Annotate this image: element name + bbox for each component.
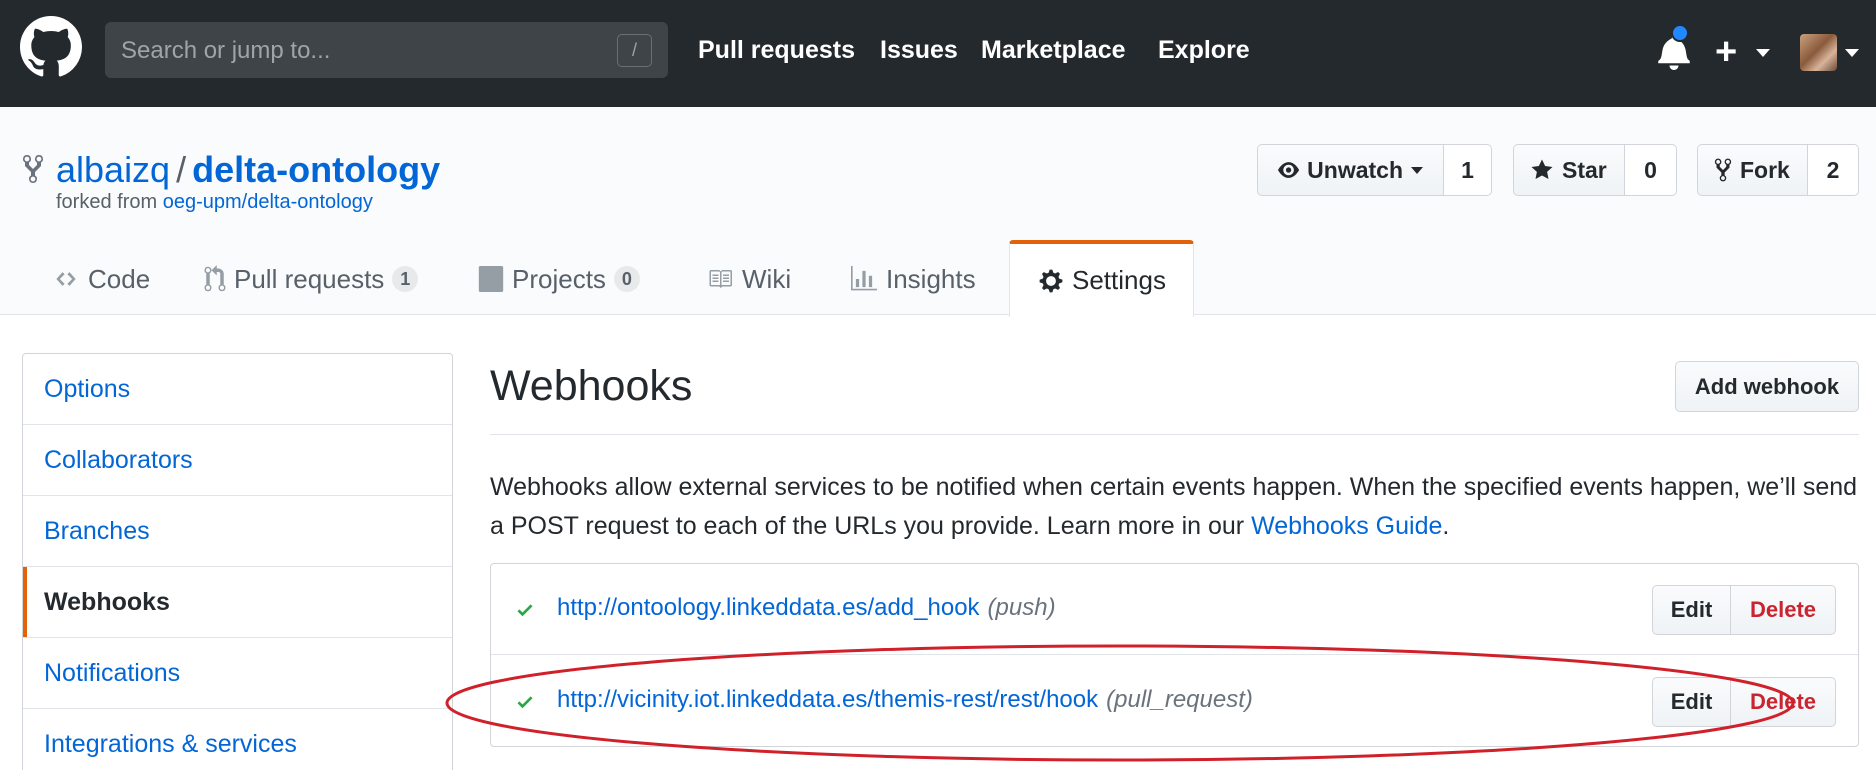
repo-title: albaizq / delta-ontology xyxy=(56,149,440,191)
avatar[interactable] xyxy=(1800,34,1837,71)
repo-name-link[interactable]: delta-ontology xyxy=(192,149,440,190)
watch-count[interactable]: 1 xyxy=(1444,144,1492,196)
project-icon xyxy=(478,266,504,292)
settings-sidebar-menu: Options Collaborators Branches Webhooks … xyxy=(22,353,453,770)
repo-owner-link[interactable]: albaizq xyxy=(56,149,170,190)
webhook-url-link[interactable]: http://ontoology.linkeddata.es/add_hook xyxy=(557,594,980,621)
unwatch-label: Unwatch xyxy=(1307,156,1403,183)
plus-icon[interactable]: + xyxy=(1715,28,1737,76)
edit-button[interactable]: Edit xyxy=(1652,677,1731,727)
description-text: Webhooks allow external services to be n… xyxy=(490,473,1858,540)
nav-explore[interactable]: Explore xyxy=(1158,36,1250,65)
repo-path-separator: / xyxy=(176,149,187,190)
webhooks-guide-link[interactable]: Webhooks Guide xyxy=(1251,512,1442,540)
global-header: Search or jump to... / Pull requests Iss… xyxy=(0,0,1876,107)
webhook-url-link[interactable]: http://vicinity.iot.linkeddata.es/themis… xyxy=(557,686,1098,713)
chevron-down-icon xyxy=(1411,166,1423,174)
gear-icon xyxy=(1039,269,1063,292)
tab-code-label: Code xyxy=(88,263,151,294)
book-icon xyxy=(709,270,732,288)
star-count[interactable]: 0 xyxy=(1625,144,1677,196)
tab-insights[interactable]: Insights xyxy=(850,243,976,315)
list-item: http://ontoology.linkeddata.es/add_hook (… xyxy=(491,564,1858,655)
list-item: http://vicinity.iot.linkeddata.es/themis… xyxy=(491,656,1858,747)
eye-icon xyxy=(1278,162,1300,178)
search-input[interactable]: Search or jump to... / xyxy=(105,22,668,78)
star-button[interactable]: Star xyxy=(1513,144,1625,196)
delete-button[interactable]: Delete xyxy=(1731,677,1836,727)
webhooks-description: Webhooks allow external services to be n… xyxy=(490,468,1859,546)
webhook-actions: Edit Delete xyxy=(1652,677,1836,727)
github-logo-icon[interactable] xyxy=(20,16,82,78)
nav-marketplace[interactable]: Marketplace xyxy=(981,36,1126,65)
tab-settings-label: Settings xyxy=(1072,265,1166,295)
tab-insights-label: Insights xyxy=(886,263,976,294)
repo-header: albaizq / delta-ontology forked from oeg-u… xyxy=(0,107,1876,317)
nav-issues[interactable]: Issues xyxy=(880,36,958,65)
search-placeholder: Search or jump to... xyxy=(121,37,331,64)
tab-projects[interactable]: Projects 0 xyxy=(478,243,640,315)
fork-label: Fork xyxy=(1740,156,1790,183)
tab-wiki-label: Wiki xyxy=(742,263,792,294)
repo-forked-icon xyxy=(23,154,43,184)
tab-settings[interactable]: Settings xyxy=(1009,240,1194,317)
tab-code[interactable]: Code xyxy=(52,243,150,315)
check-icon xyxy=(517,696,533,709)
sidebar-item-collaborators[interactable]: Collaborators xyxy=(23,425,452,496)
notification-dot xyxy=(1671,24,1689,42)
chevron-down-icon[interactable] xyxy=(1756,49,1770,57)
forked-source-link[interactable]: oeg-upm/delta-ontology xyxy=(163,191,373,213)
webhook-actions: Edit Delete xyxy=(1652,585,1836,635)
tab-pull-requests-label: Pull requests xyxy=(234,263,385,294)
edit-button[interactable]: Edit xyxy=(1652,585,1731,635)
star-label: Star xyxy=(1562,156,1607,183)
fork-button[interactable]: Fork xyxy=(1697,144,1808,196)
forked-from-label: forked from xyxy=(56,191,158,213)
sidebar-item-webhooks[interactable]: Webhooks xyxy=(23,567,452,638)
tab-wiki[interactable]: Wiki xyxy=(706,243,791,315)
title-divider xyxy=(490,434,1859,435)
forked-from-line: forked from oeg-upm/delta-ontology xyxy=(56,191,373,214)
graph-icon xyxy=(851,266,877,291)
fork-button-group: Fork 2 xyxy=(1697,144,1859,196)
tab-projects-label: Projects xyxy=(512,263,606,294)
sidebar-item-integrations-services[interactable]: Integrations & services xyxy=(23,709,452,770)
nav-pull-requests[interactable]: Pull requests xyxy=(698,36,855,65)
webhook-url-row: http://vicinity.iot.linkeddata.es/themis… xyxy=(557,686,1253,714)
tab-pull-requests-count: 1 xyxy=(392,266,419,292)
fork-count[interactable]: 2 xyxy=(1808,144,1859,196)
check-icon xyxy=(517,604,533,617)
delete-button[interactable]: Delete xyxy=(1731,585,1836,635)
description-end: . xyxy=(1442,512,1450,540)
star-button-group: Star 0 xyxy=(1513,144,1677,196)
code-icon xyxy=(56,272,76,286)
page-title: Webhooks xyxy=(490,362,693,410)
add-webhook-button[interactable]: Add webhook xyxy=(1675,361,1859,412)
fork-icon xyxy=(1714,158,1732,182)
star-icon xyxy=(1531,159,1553,179)
sidebar-item-branches[interactable]: Branches xyxy=(23,496,452,567)
sidebar-item-notifications[interactable]: Notifications xyxy=(23,638,452,709)
search-shortcut-key: / xyxy=(617,34,652,67)
pull-request-icon xyxy=(204,265,226,292)
tab-pull-requests[interactable]: Pull requests 1 xyxy=(204,243,419,315)
webhooks-list: http://ontoology.linkeddata.es/add_hook (… xyxy=(490,563,1859,747)
watch-button-group: Unwatch 1 xyxy=(1257,144,1492,196)
sidebar-item-options[interactable]: Options xyxy=(23,354,452,425)
webhook-url-row: http://ontoology.linkeddata.es/add_hook (… xyxy=(557,594,1056,622)
unwatch-button[interactable]: Unwatch xyxy=(1257,144,1444,196)
tab-projects-count: 0 xyxy=(613,266,640,292)
webhook-event: (pull_request) xyxy=(1106,686,1253,713)
webhook-event: (push) xyxy=(987,594,1056,621)
chevron-down-icon[interactable] xyxy=(1845,49,1859,57)
